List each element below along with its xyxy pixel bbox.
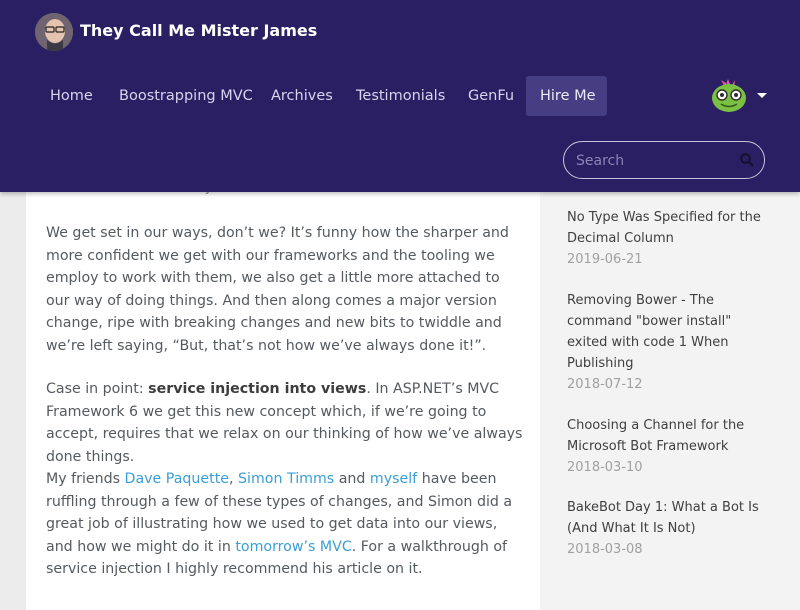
monster-avatar-icon xyxy=(712,79,746,112)
recent-post-item[interactable]: Choosing a Channel for the Microsoft Bot… xyxy=(567,415,767,478)
paragraph-text: , xyxy=(229,471,239,487)
link-tomorrows-mvc[interactable]: tomorrow’s MVC xyxy=(235,539,351,555)
recent-post-title[interactable]: Removing Bower - The command "bower inst… xyxy=(567,290,767,374)
user-menu-avatar[interactable] xyxy=(707,74,751,114)
recent-post-item[interactable]: Removing Bower - The command "bower inst… xyxy=(567,290,767,395)
recent-post-title[interactable]: No Type Was Specified for the Decimal Co… xyxy=(567,207,767,249)
search-glyph xyxy=(740,153,754,167)
paragraph-text: and xyxy=(334,471,370,487)
article-paragraph-1: We get set in our ways, don’t we? It’s f… xyxy=(46,222,526,357)
recent-post-title[interactable]: BakeBot Day 1: What a Bot Is (And What I… xyxy=(567,497,767,539)
recent-post-date: 2018-03-10 xyxy=(567,460,643,475)
recent-post-item[interactable]: BakeBot Day 1: What a Bot Is (And What I… xyxy=(567,497,767,560)
site-header: They Call Me Mister James Home Boostrapp… xyxy=(0,0,800,192)
nav-archives[interactable]: Archives xyxy=(257,76,347,116)
article-paragraph-2: Case in point: service injection into vi… xyxy=(46,378,526,468)
paragraph-text: My friends xyxy=(46,471,125,487)
caret-down-icon[interactable] xyxy=(757,93,767,98)
paragraph-text: Case in point: xyxy=(46,381,149,397)
nav-home[interactable]: Home xyxy=(36,76,107,116)
paragraph-text: We get set in our ways, don’t we? It’s f… xyxy=(46,225,509,354)
avatar-image xyxy=(35,13,73,51)
nav-testimonials[interactable]: Testimonials xyxy=(342,76,459,116)
nav-hire-me[interactable]: Hire Me xyxy=(526,76,607,116)
search-input[interactable] xyxy=(574,150,728,172)
recent-post-date: 2018-07-12 xyxy=(567,377,643,392)
link-myself[interactable]: myself xyxy=(370,471,417,487)
nav-boostrapping-mvc[interactable]: Boostrapping MVC xyxy=(105,76,267,116)
link-dave-paquette[interactable]: Dave Paquette xyxy=(125,471,229,487)
link-simon-timms[interactable]: Simon Timms xyxy=(238,471,334,487)
recent-post-date: 2019-06-21 xyxy=(567,252,643,267)
author-avatar[interactable] xyxy=(35,13,73,51)
article-paragraph-3: My friends Dave Paquette, Simon Timms an… xyxy=(46,468,526,581)
recent-post-date: 2018-03-08 xyxy=(567,542,643,557)
site-title[interactable]: They Call Me Mister James xyxy=(80,21,317,40)
recent-post-item[interactable]: No Type Was Specified for the Decimal Co… xyxy=(567,207,767,270)
nav-genfu[interactable]: GenFu xyxy=(454,76,528,116)
bold-phrase: service injection into views xyxy=(148,381,367,397)
search-icon[interactable] xyxy=(739,152,755,168)
search-box xyxy=(563,141,765,179)
recent-post-title[interactable]: Choosing a Channel for the Microsoft Bot… xyxy=(567,415,767,457)
